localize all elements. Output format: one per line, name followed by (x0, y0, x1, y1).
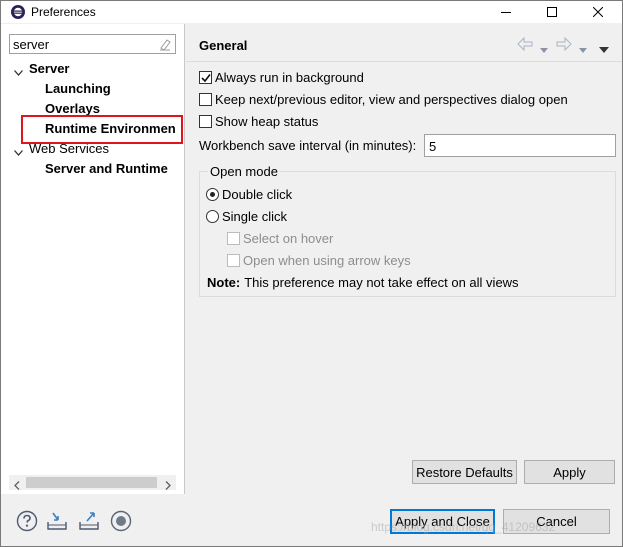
group-title: Open mode (208, 164, 280, 179)
checkbox-label: Open when using arrow keys (243, 252, 411, 268)
minimize-icon (501, 7, 511, 17)
close-button[interactable] (575, 1, 621, 23)
checkbox-label: Keep next/previous editor, view and pers… (215, 91, 568, 107)
chevron-down-icon[interactable] (14, 145, 23, 156)
clear-filter-icon[interactable] (158, 37, 172, 51)
note-text: This preference may not take effect on a… (244, 274, 519, 290)
radio-button[interactable] (206, 209, 219, 223)
apply-and-close-button[interactable]: Apply and Close (390, 509, 495, 534)
checkbox-label: Select on hover (243, 230, 334, 246)
save-interval-field[interactable] (424, 134, 616, 157)
tree-item-label: Launching (45, 81, 111, 96)
export-icon[interactable] (78, 510, 100, 532)
back-menu-icon[interactable] (540, 41, 548, 55)
show-heap-status-checkbox[interactable]: Show heap status (199, 111, 318, 131)
checkbox-box[interactable] (199, 114, 212, 128)
maximize-button[interactable] (529, 1, 575, 23)
page-header: General (186, 24, 622, 62)
tree-item-label: Server and Runtime (45, 161, 168, 176)
forward-icon[interactable] (556, 36, 572, 52)
cancel-button[interactable]: Cancel (503, 509, 610, 534)
checkbox-box[interactable] (199, 70, 212, 84)
record-icon[interactable] (110, 510, 132, 532)
tree-item-launching[interactable]: Launching (1, 79, 184, 99)
select-on-hover-checkbox: Select on hover (227, 228, 333, 248)
filter-field[interactable] (9, 34, 176, 54)
header-divider (186, 61, 622, 62)
always-run-in-background-checkbox[interactable]: Always run in background (199, 67, 364, 87)
checkbox-box (227, 253, 240, 267)
view-menu-icon[interactable] (599, 41, 609, 55)
restore-defaults-button[interactable]: Restore Defaults (412, 460, 517, 484)
open-mode-group: Open mode Double click Single click Sele… (199, 164, 616, 297)
scrollbar-thumb[interactable] (26, 477, 157, 488)
horizontal-scrollbar[interactable] (9, 475, 176, 490)
note: Note: This preference may not take effec… (207, 272, 519, 292)
checkbox-label: Always run in background (215, 69, 364, 85)
close-icon (593, 7, 603, 17)
note-label: Note: (207, 274, 241, 290)
preference-page: General Always run in background Keep ne… (186, 24, 622, 494)
checkbox-box[interactable] (199, 92, 212, 106)
tree-item-label: Server (29, 61, 70, 76)
checkbox-label: Show heap status (215, 113, 319, 129)
radio-button[interactable] (206, 187, 219, 201)
window-title: Preferences (31, 5, 96, 19)
tree-item-server-and-runtime[interactable]: Server and Runtime (1, 159, 184, 179)
scroll-left-icon[interactable] (13, 478, 21, 490)
tree-item-web-services[interactable]: Web Services (1, 139, 184, 159)
tree-item-overlays[interactable]: Overlays (1, 99, 184, 119)
back-icon[interactable] (517, 36, 533, 52)
double-click-radio[interactable]: Double click (206, 184, 292, 204)
save-interval-label: Workbench save interval (in minutes): (199, 138, 417, 153)
import-icon[interactable] (46, 510, 68, 532)
tree-item-server[interactable]: Server (1, 59, 184, 79)
checkbox-box (227, 231, 240, 245)
single-click-radio[interactable]: Single click (206, 206, 287, 226)
tree-item-label: Web Services (29, 141, 109, 156)
save-interval-input[interactable] (429, 138, 609, 154)
scroll-right-icon[interactable] (164, 478, 172, 490)
forward-menu-icon[interactable] (579, 41, 587, 55)
keep-dialog-open-checkbox[interactable]: Keep next/previous editor, view and pers… (199, 89, 568, 109)
apply-button[interactable]: Apply (524, 460, 615, 484)
maximize-icon (547, 7, 557, 17)
eclipse-icon (10, 4, 26, 20)
tree-item-label: Overlays (45, 101, 100, 116)
open-arrow-keys-checkbox: Open when using arrow keys (227, 250, 411, 270)
page-title: General (199, 38, 248, 53)
tree-item-runtime-environments[interactable]: Runtime Environmen (1, 119, 184, 139)
tree-item-label: Runtime Environmen (45, 121, 176, 136)
preferences-window: Preferences server Server Launching Over… (0, 0, 623, 547)
radio-label: Single click (222, 208, 288, 224)
help-icon[interactable] (16, 510, 38, 532)
filter-input[interactable] (13, 36, 153, 52)
title-bar: Preferences (1, 1, 622, 23)
chevron-down-icon[interactable] (14, 65, 23, 76)
preference-tree-panel: Server Launching Overlays Runtime Enviro… (1, 24, 185, 494)
radio-label: Double click (222, 186, 293, 202)
minimize-button[interactable] (483, 1, 529, 23)
